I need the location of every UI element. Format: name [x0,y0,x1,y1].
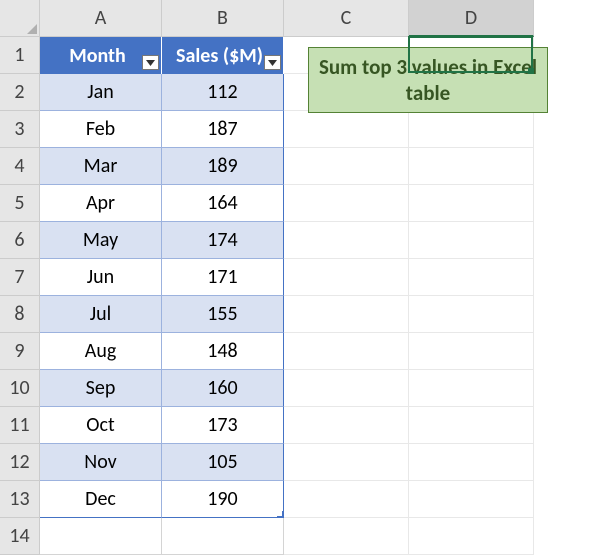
filter-dropdown-button[interactable] [142,55,159,70]
cell-B12[interactable]: 105 [162,444,284,481]
cell-D13[interactable] [409,481,534,518]
cell-B3[interactable]: 187 [162,111,284,148]
cell-B6[interactable]: 174 [162,222,284,259]
cell-D10[interactable] [409,370,534,407]
cell-C13[interactable] [284,481,409,518]
cell-C6[interactable] [284,222,409,259]
cell-C4[interactable] [284,148,409,185]
cell-B8[interactable]: 155 [162,296,284,333]
column-header-B[interactable]: B [162,0,284,37]
cell-A8[interactable]: Jul [40,296,162,333]
cell-A5[interactable]: Apr [40,185,162,222]
cell-A12[interactable]: Nov [40,444,162,481]
select-all-corner[interactable] [0,0,40,37]
row-header-12[interactable]: 12 [0,444,40,481]
cell-B9[interactable]: 148 [162,333,284,370]
filter-dropdown-button[interactable] [264,55,281,70]
cell-B13[interactable]: 190 [162,481,284,518]
cell-D4[interactable] [409,148,534,185]
column-header-A[interactable]: A [40,0,162,37]
cell-C3[interactable] [284,111,409,148]
cell-A6[interactable]: May [40,222,162,259]
table-header-label: Month [69,44,125,68]
cell-A9[interactable]: Aug [40,333,162,370]
cell-A10[interactable]: Sep [40,370,162,407]
cell-A11[interactable]: Oct [40,407,162,444]
cell-C10[interactable] [284,370,409,407]
cell-B1[interactable]: Sales ($M) [162,37,284,74]
row-header-2[interactable]: 2 [0,74,40,111]
row-header-9[interactable]: 9 [0,333,40,370]
column-header-D[interactable]: D [409,0,534,37]
cell-C8[interactable] [284,296,409,333]
row-header-6[interactable]: 6 [0,222,40,259]
cell-A3[interactable]: Feb [40,111,162,148]
cell-D3[interactable] [409,111,534,148]
cell-D7[interactable] [409,259,534,296]
row-header-13[interactable]: 13 [0,481,40,518]
row-header-11[interactable]: 11 [0,407,40,444]
row-header-4[interactable]: 4 [0,148,40,185]
row-header-3[interactable]: 3 [0,111,40,148]
callout-text: Sum top 3 values in Excel table [308,47,548,113]
table-resize-handle[interactable] [277,511,284,518]
cell-B5[interactable]: 164 [162,185,284,222]
cell-B4[interactable]: 189 [162,148,284,185]
cell-C7[interactable] [284,259,409,296]
row-header-10[interactable]: 10 [0,370,40,407]
row-header-7[interactable]: 7 [0,259,40,296]
cell-A7[interactable]: Jun [40,259,162,296]
cell-C5[interactable] [284,185,409,222]
cell-C11[interactable] [284,407,409,444]
table-header-label: Sales ($M) [176,44,263,68]
cell-B7[interactable]: 171 [162,259,284,296]
cell-C12[interactable] [284,444,409,481]
cell-D9[interactable] [409,333,534,370]
cell-A13[interactable]: Dec [40,481,162,518]
column-header-C[interactable]: C [284,0,409,37]
row-header-5[interactable]: 5 [0,185,40,222]
cell-A1[interactable]: Month [40,37,162,74]
callout-shape[interactable]: Sum top 3 values in Excel table [308,47,548,113]
row-header-8[interactable]: 8 [0,296,40,333]
cell-C9[interactable] [284,333,409,370]
row-header-1[interactable]: 1 [0,37,40,74]
cell-D6[interactable] [409,222,534,259]
cell-D12[interactable] [409,444,534,481]
cell-D11[interactable] [409,407,534,444]
cell-D8[interactable] [409,296,534,333]
cell-B11[interactable]: 173 [162,407,284,444]
cell-A4[interactable]: Mar [40,148,162,185]
cell-A2[interactable]: Jan [40,74,162,111]
cell-D5[interactable] [409,185,534,222]
cell-B2[interactable]: 112 [162,74,284,111]
cell-B10[interactable]: 160 [162,370,284,407]
